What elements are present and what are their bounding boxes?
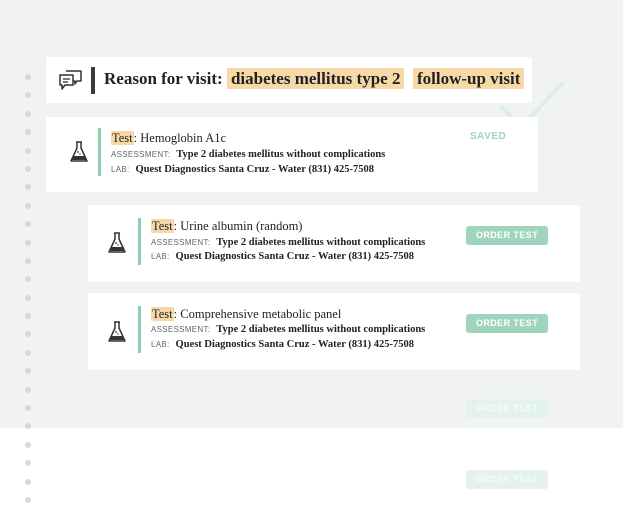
lab-value: Quest Diagnostics Santa Cruz - Water (83… <box>175 339 415 350</box>
flask-icon <box>70 141 88 162</box>
lab-row: LAB: Quest Diagnostics Santa Cruz - Water… <box>151 250 414 262</box>
accent-bar <box>98 128 101 176</box>
assessment-value: Type 2 diabetes mellitus without complic… <box>216 324 426 335</box>
test-name: Urine albumin (random) <box>180 219 303 233</box>
test-title: Test: Hemoglobin A1c <box>111 131 227 145</box>
reason-tag-diabetes[interactable]: diabetes mellitus type 2 <box>226 68 405 89</box>
lab-value: Quest Diagnostics Santa Cruz - Water (83… <box>135 164 375 175</box>
test-title: Test: Urine albumin (random) <box>151 219 303 233</box>
reason-text: Reason for visit: diabetes mellitus type… <box>104 68 525 89</box>
lab-label: LAB: <box>111 165 130 174</box>
test-key: Test <box>151 219 174 233</box>
order-test-button[interactable]: ORDER TEST <box>466 226 548 245</box>
assessment-label: ASSESSMENT: <box>151 325 211 334</box>
test-title: Test: Comprehensive metabolic panel <box>151 307 342 321</box>
reason-divider <box>91 67 95 94</box>
accent-bar <box>138 306 141 353</box>
lab-label: LAB: <box>151 252 170 261</box>
assessment-label: ASSESSMENT: <box>151 238 211 247</box>
reason-label: Reason for visit <box>104 69 218 88</box>
flask-icon <box>108 321 126 342</box>
assessment-row: ASSESSMENT: Type 2 diabetes mellitus with… <box>151 236 425 248</box>
accent-bar <box>138 218 141 265</box>
flask-icon <box>108 232 126 253</box>
lab-value: Quest Diagnostics Santa Cruz - Water (83… <box>175 251 415 262</box>
assessment-row: ASSESSMENT: Type 2 diabetes mellitus with… <box>151 323 425 335</box>
lab-row: LAB: Quest Diagnostics Santa Cruz - Water… <box>111 163 374 175</box>
assessment-label: ASSESSMENT: <box>111 150 171 159</box>
lab-label: LAB: <box>151 340 170 349</box>
lab-row: LAB: Quest Diagnostics Santa Cruz - Water… <box>151 338 414 350</box>
reason-for-visit-card: Reason for visit: diabetes mellitus type… <box>46 57 532 103</box>
test-card-urine-albumin: Test: Urine albumin (random) ASSESSMENT:… <box>88 205 580 282</box>
test-key: Test <box>151 307 174 321</box>
reason-colon: : <box>217 69 223 88</box>
assessment-value: Type 2 diabetes mellitus without complic… <box>216 237 426 248</box>
test-name: Comprehensive metabolic panel <box>180 307 342 321</box>
assessment-row: ASSESSMENT: Type 2 diabetes mellitus with… <box>111 148 385 160</box>
order-test-button[interactable]: ORDER TEST <box>466 314 548 333</box>
test-card-hemoglobin: Test: Hemoglobin A1c ASSESSMENT: Type 2 d… <box>46 117 538 192</box>
timeline-dots <box>25 74 33 515</box>
assessment-value: Type 2 diabetes mellitus without complic… <box>176 149 386 160</box>
chat-bubbles-icon <box>59 70 82 90</box>
test-key: Test <box>111 131 134 145</box>
order-test-button-faded[interactable]: ORDER TEST <box>466 470 548 489</box>
test-card-metabolic-panel: Test: Comprehensive metabolic panel ASSE… <box>88 293 580 370</box>
order-test-button-faded[interactable]: ORDER TEST <box>466 399 548 418</box>
test-name: Hemoglobin A1c <box>140 131 227 145</box>
saved-status: SAVED <box>470 131 507 142</box>
